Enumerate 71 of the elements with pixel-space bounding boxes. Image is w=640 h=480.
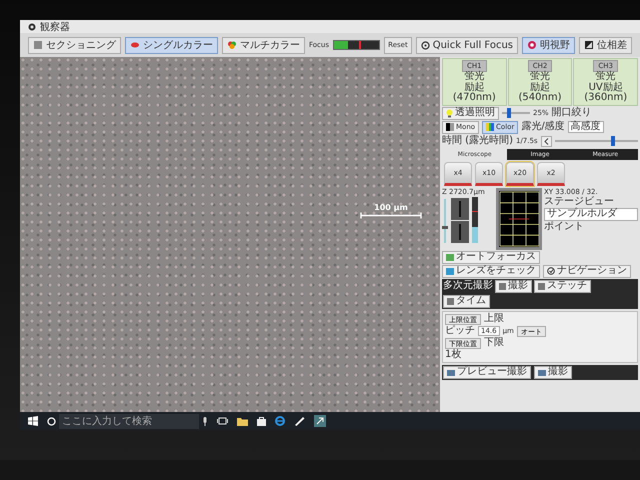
channel-type: 蛍光 [530, 72, 550, 82]
channel-excitation: 励起 (470nm) [452, 82, 497, 104]
bulb-icon [446, 108, 453, 118]
upper-limit-label: 上限 [484, 314, 504, 324]
aperture-label: 開口絞り [552, 108, 592, 118]
exposure-slider-thumb[interactable] [610, 136, 615, 146]
focus-icon [420, 40, 430, 50]
exposure-label: 時間 (露光時間) [442, 136, 513, 146]
mode-icon [33, 40, 43, 50]
quick-full-focus-button[interactable]: Quick Full Focus [416, 36, 518, 54]
lamp-icon [527, 40, 537, 50]
z-down-button[interactable] [451, 220, 469, 242]
navigation-button[interactable]: ナビゲーション [543, 264, 631, 278]
lower-limit-label: 下限 [484, 338, 504, 348]
preview-capture-button[interactable]: プレビュー撮影 [443, 366, 531, 379]
point-label: ポイント [544, 222, 585, 232]
option-icon [499, 282, 506, 290]
app-icon [28, 22, 36, 30]
lens-check-button[interactable]: レンズをチェック [442, 264, 540, 278]
scale-bar [360, 212, 422, 219]
search-icon[interactable] [47, 416, 56, 426]
contrast-icon [584, 40, 594, 50]
stage-view-label: ステージビュー [544, 196, 615, 207]
mode-icon [227, 40, 237, 50]
navigation-icon [547, 267, 555, 275]
transmitted-light-button[interactable]: 透過照明 [442, 106, 499, 120]
channel-type: 蛍光 [596, 72, 616, 82]
observation-mode-button[interactable]: 位相差 [579, 36, 632, 54]
channel-type: 蛍光 [464, 72, 484, 82]
capture-option-button[interactable]: 撮影 [495, 280, 532, 292]
capture-button[interactable]: 撮影 [534, 366, 572, 379]
mode-button[interactable]: セクショニング [28, 36, 121, 54]
pitch-label: ピッチ [445, 326, 475, 336]
z-slider-thumb[interactable] [442, 226, 448, 230]
option-icon [447, 298, 454, 304]
microphone-icon[interactable] [202, 416, 208, 426]
image-count-label: 1枚 [445, 350, 462, 360]
search-field[interactable]: ここに入力して検索 [59, 414, 199, 428]
window-title: 観察器 [40, 20, 70, 34]
z-range-gauge [472, 196, 478, 242]
sample-holder-dropdown[interactable]: サンプルホルダ [544, 208, 638, 220]
observation-mode-button[interactable]: 明視野 [522, 36, 575, 54]
light-slider-thumb[interactable] [507, 108, 511, 118]
scale-bar-label: 100 μm [374, 203, 408, 212]
multi-dimension-title: 多次元撮影 [443, 280, 493, 292]
focus-marker [358, 41, 361, 49]
capture-option-button[interactable]: タイム [443, 294, 490, 308]
channel-excitation: 励起 (540nm) [518, 82, 562, 104]
shopping-bag-icon[interactable] [257, 416, 266, 426]
z-up-button[interactable] [451, 198, 469, 220]
folder-icon[interactable] [237, 416, 248, 426]
mode-icon [130, 40, 140, 50]
chevron-left-icon [544, 138, 549, 144]
pen-icon[interactable] [294, 416, 305, 426]
decrease-button[interactable] [540, 136, 552, 146]
app-taskbar-icon[interactable] [314, 415, 326, 427]
mode-button[interactable]: マルチカラー [222, 36, 305, 54]
color-icon [486, 123, 494, 131]
autofocus-button[interactable]: オートフォーカス [442, 250, 540, 264]
task-view-icon[interactable] [217, 417, 228, 425]
windows-icon[interactable] [28, 416, 38, 426]
mono-icon [446, 123, 454, 131]
stage-map[interactable] [496, 188, 542, 250]
browser-icon[interactable] [275, 416, 285, 426]
sensitivity-dropdown[interactable]: 高感度 [568, 120, 604, 134]
well-plate-drawing [499, 190, 539, 246]
mode-button[interactable]: シングルカラー [125, 36, 218, 54]
option-icon [538, 282, 545, 290]
sensitivity-label: 露光/感度 [521, 122, 565, 132]
capture-option-button[interactable]: ステッチ [534, 280, 591, 292]
channel-excitation: UV励起 (360nm) [583, 82, 628, 104]
